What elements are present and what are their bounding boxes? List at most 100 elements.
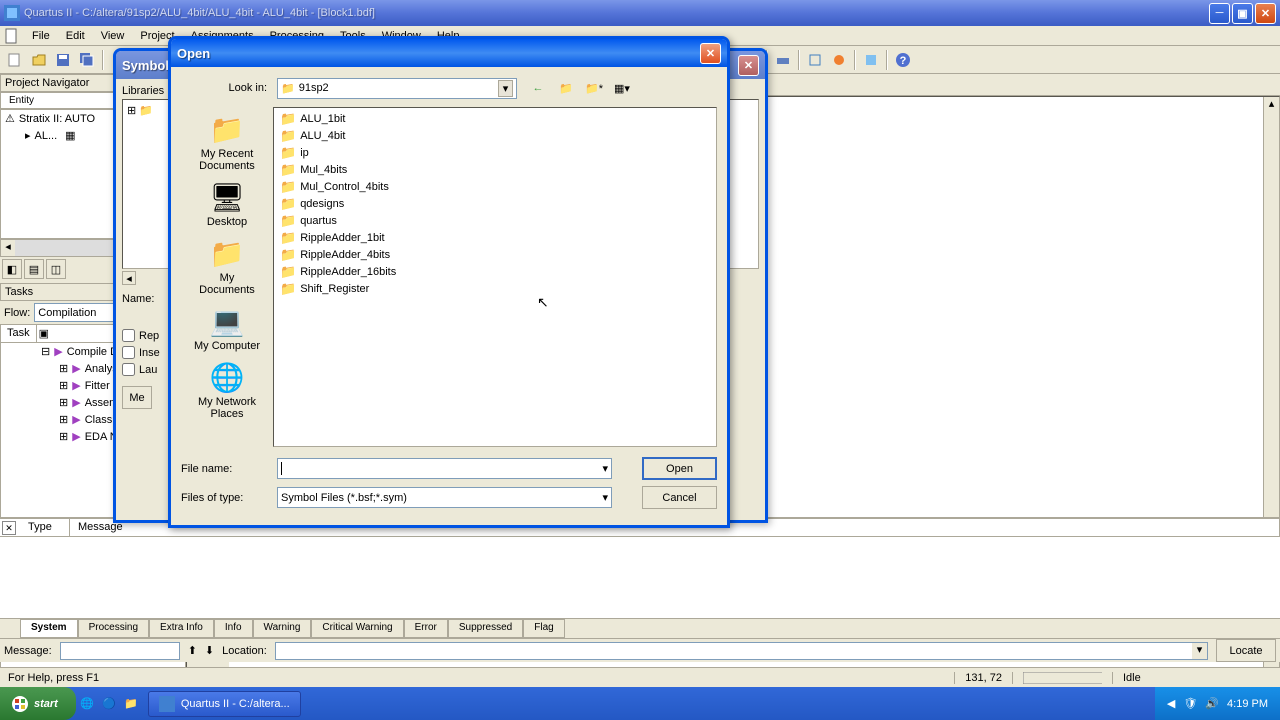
- messages-panel: ✕ Type Message System Processing Extra I…: [0, 517, 1280, 662]
- window-title: Quartus II - C:/altera/91sp2/ALU_4bit/AL…: [24, 7, 1209, 19]
- menu-view[interactable]: View: [93, 28, 133, 44]
- start-button[interactable]: start: [0, 687, 76, 720]
- filename-input[interactable]: ▾: [277, 458, 612, 479]
- new-folder-button[interactable]: 📁*: [583, 77, 605, 99]
- cb-repeat[interactable]: [122, 329, 135, 342]
- minimize-button[interactable]: ─: [1209, 3, 1230, 24]
- look-in-combo[interactable]: 📁 91sp2 ▾: [277, 78, 517, 99]
- mega-button[interactable]: Me: [122, 386, 152, 409]
- place-documents[interactable]: 📁My Documents: [187, 235, 267, 297]
- tab-error[interactable]: Error: [404, 619, 448, 638]
- file-item[interactable]: 📁Shift_Register: [276, 280, 714, 297]
- task-col-icon: ▣: [37, 325, 53, 342]
- look-in-value: 91sp2: [299, 82, 329, 94]
- flow-label: Flow:: [4, 307, 30, 319]
- tool-btn-13[interactable]: [828, 49, 850, 71]
- up-button[interactable]: 📁: [555, 77, 577, 99]
- file-item[interactable]: 📁Mul_Control_4bits: [276, 178, 714, 195]
- taskbar-quartus[interactable]: Quartus II - C:/altera...: [148, 691, 301, 717]
- save-button[interactable]: [52, 49, 74, 71]
- tool-btn-11[interactable]: [772, 49, 794, 71]
- name-label: Name:: [122, 293, 154, 305]
- files-tab[interactable]: ▤: [24, 259, 44, 279]
- symbol-close-button[interactable]: ✕: [738, 55, 759, 76]
- tray-icon[interactable]: 🔊: [1205, 697, 1219, 710]
- file-item[interactable]: 📁ALU_1bit: [276, 110, 714, 127]
- status-help: For Help, press F1: [8, 672, 954, 684]
- file-item[interactable]: 📁qdesigns: [276, 195, 714, 212]
- tab-warning[interactable]: Warning: [253, 619, 312, 638]
- back-button[interactable]: ←: [527, 77, 549, 99]
- file-item[interactable]: 📁ALU_4bit: [276, 127, 714, 144]
- tab-extrainfo[interactable]: Extra Info: [149, 619, 214, 638]
- help-button[interactable]: ?: [892, 49, 914, 71]
- nav-down-icon[interactable]: ⬇: [205, 644, 214, 657]
- file-item[interactable]: 📁RippleAdder_4bits: [276, 246, 714, 263]
- file-item[interactable]: 📁ip: [276, 144, 714, 161]
- tab-info[interactable]: Info: [214, 619, 253, 638]
- file-item[interactable]: 📁quartus: [276, 212, 714, 229]
- cb-launch[interactable]: [122, 363, 135, 376]
- tab-critical[interactable]: Critical Warning: [311, 619, 403, 638]
- place-network[interactable]: 🌐My Network Places: [187, 359, 267, 421]
- tab-processing[interactable]: Processing: [78, 619, 149, 638]
- file-item[interactable]: 📁RippleAdder_16bits: [276, 263, 714, 280]
- folder-icon: 📁: [280, 230, 296, 246]
- tray-icon[interactable]: 🛡: [1183, 697, 1197, 710]
- block-icon: ▦: [65, 129, 75, 142]
- status-progress: [1012, 672, 1112, 684]
- cancel-button[interactable]: Cancel: [642, 486, 717, 509]
- place-desktop[interactable]: 🖥Desktop: [187, 173, 267, 235]
- tree-child-label: AL...: [35, 130, 58, 142]
- chevron-down-icon: ▾: [1192, 643, 1207, 659]
- maximize-button[interactable]: ▣: [1232, 3, 1253, 24]
- tree-nav-left[interactable]: ◂: [122, 271, 136, 285]
- ql-browser1[interactable]: 🌐: [78, 695, 96, 713]
- menu-file[interactable]: File: [24, 28, 58, 44]
- filetype-combo[interactable]: Symbol Files (*.bsf;*.sym) ▾: [277, 487, 612, 508]
- hierarchy-tab[interactable]: ◧: [2, 259, 22, 279]
- messages-close-button[interactable]: ✕: [2, 521, 16, 535]
- chevron-down-icon: ▾: [602, 491, 608, 504]
- cb-insert[interactable]: [122, 346, 135, 359]
- folder-icon: 📁: [280, 179, 296, 195]
- close-button[interactable]: ✕: [1255, 3, 1276, 24]
- save-all-button[interactable]: [76, 49, 98, 71]
- doc-icon: [4, 28, 20, 44]
- tool-btn-14[interactable]: [860, 49, 882, 71]
- file-list[interactable]: 📁ALU_1bit 📁ALU_4bit 📁ip 📁Mul_4bits 📁Mul_…: [273, 107, 717, 447]
- locate-button[interactable]: Locate: [1216, 639, 1276, 662]
- tab-flag[interactable]: Flag: [523, 619, 564, 638]
- message-input[interactable]: [60, 642, 180, 660]
- chevron-down-icon: ▾: [498, 80, 513, 97]
- folder-icon: 📁: [280, 213, 296, 229]
- tab-entity[interactable]: Entity: [0, 92, 128, 109]
- look-in-label: Look in:: [181, 82, 277, 94]
- tool-btn-12[interactable]: [804, 49, 826, 71]
- open-button[interactable]: Open: [642, 457, 717, 480]
- ql-browser2[interactable]: 🔵: [100, 695, 118, 713]
- tab-system[interactable]: System: [20, 619, 78, 638]
- folder-icon: 📁: [280, 145, 296, 161]
- warning-icon: ⚠: [5, 112, 15, 125]
- tray-icon[interactable]: ◀: [1167, 697, 1175, 710]
- view-menu-button[interactable]: ▦▾: [611, 77, 633, 99]
- svg-text:?: ?: [900, 55, 907, 67]
- file-item[interactable]: 📁RippleAdder_1bit: [276, 229, 714, 246]
- ql-explorer[interactable]: 📁: [122, 695, 140, 713]
- scroll-left-button[interactable]: ◂: [1, 240, 15, 256]
- nav-up-icon[interactable]: ⬆: [188, 644, 197, 657]
- messages-body[interactable]: [0, 537, 1280, 618]
- file-item[interactable]: 📁Mul_4bits: [276, 161, 714, 178]
- new-button[interactable]: [4, 49, 26, 71]
- design-tab[interactable]: ◫: [46, 259, 66, 279]
- menu-edit[interactable]: Edit: [58, 28, 93, 44]
- place-computer[interactable]: 💻My Computer: [187, 297, 267, 359]
- tray-time: 4:19 PM: [1227, 698, 1268, 710]
- open-dialog-close-button[interactable]: ✕: [700, 43, 721, 64]
- tab-suppressed[interactable]: Suppressed: [448, 619, 523, 638]
- open-button[interactable]: [28, 49, 50, 71]
- filetype-label: Files of type:: [181, 492, 277, 504]
- statusbar: For Help, press F1 131, 72 Idle: [0, 667, 1280, 687]
- place-recent[interactable]: 📁My Recent Documents: [187, 111, 267, 173]
